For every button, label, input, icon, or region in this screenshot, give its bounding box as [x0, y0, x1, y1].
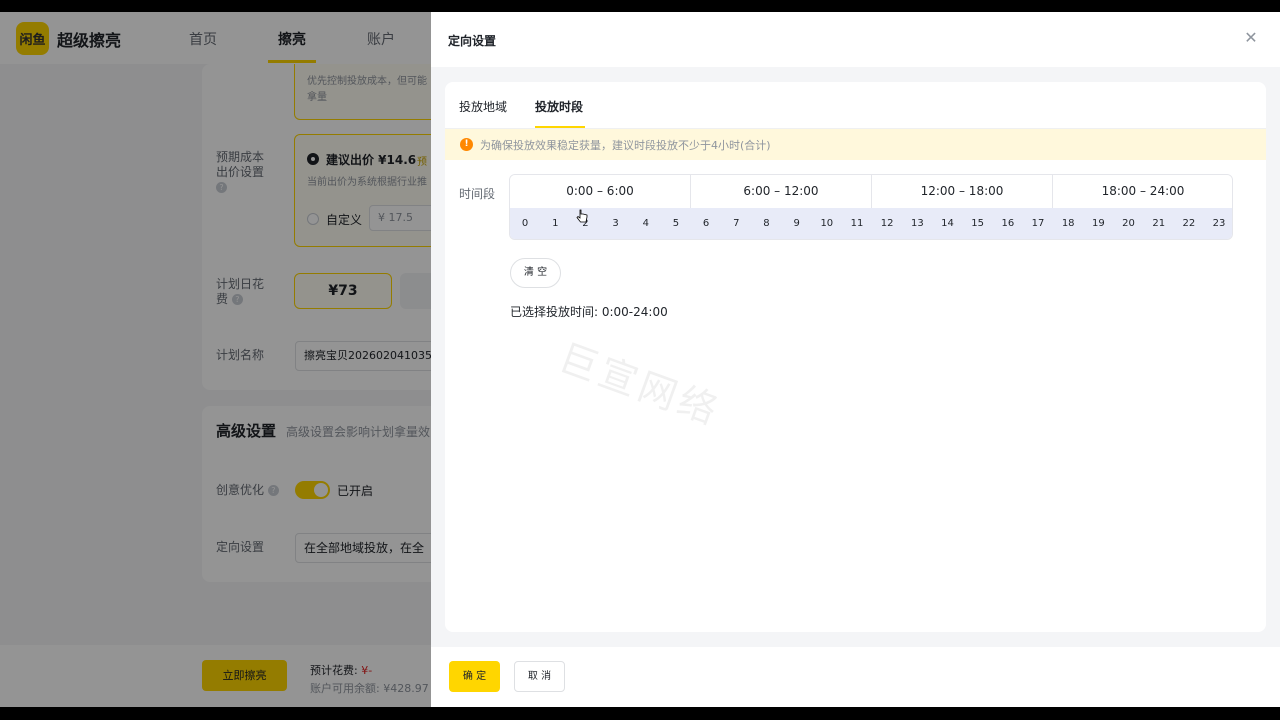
hour-cell[interactable]: 22	[1174, 208, 1204, 239]
cancel-button[interactable]: 取 消	[514, 661, 565, 692]
drawer-header: 定向设置 ✕	[431, 12, 1280, 67]
hour-cell[interactable]: 21	[1144, 208, 1174, 239]
hour-cell[interactable]: 5	[661, 208, 691, 239]
hour-cell[interactable]: 16	[993, 208, 1023, 239]
clear-button[interactable]: 清 空	[510, 258, 561, 288]
hand-cursor-icon	[576, 209, 588, 223]
targeting-drawer: 定向设置 ✕ 投放地域 投放时段 ! 为确保投放效果稳定获量，建议时段投放不少于…	[431, 12, 1280, 707]
selected-time-text: 已选择投放时间: 0:00-24:00	[510, 305, 668, 319]
hour-cell[interactable]: 3	[601, 208, 631, 239]
hour-cell[interactable]: 11	[842, 208, 872, 239]
hour-cell[interactable]: 12	[872, 208, 902, 239]
hour-cell[interactable]: 23	[1204, 208, 1232, 239]
tab-time-slot[interactable]: 投放时段	[535, 98, 583, 115]
hour-cell[interactable]: 4	[631, 208, 661, 239]
tab-region[interactable]: 投放地域	[459, 98, 507, 115]
segment-header: 6:00 – 12:00	[691, 175, 872, 208]
hour-cell[interactable]: 13	[902, 208, 932, 239]
hour-cell[interactable]: 19	[1083, 208, 1113, 239]
alert-text: 为确保投放效果稳定获量，建议时段投放不少于4小时(合计)	[480, 139, 771, 152]
hour-cell[interactable]: 6	[691, 208, 721, 239]
hour-cell[interactable]: 7	[721, 208, 751, 239]
segment-header: 12:00 – 18:00	[872, 175, 1053, 208]
watermark: 巨宣网络	[553, 335, 727, 435]
hour-cell[interactable]: 8	[751, 208, 781, 239]
hour-cell[interactable]: 0	[510, 208, 540, 239]
hour-cell[interactable]: 18	[1053, 208, 1083, 239]
hour-cell[interactable]: 1	[540, 208, 570, 239]
drawer-title: 定向设置	[448, 34, 497, 48]
screen: 闲鱼 超级擦亮 首页 擦亮 账户 优先控制投放成本，但可能拿量 预期成本出价设置…	[0, 12, 1280, 707]
drawer-footer: 确 定 取 消	[431, 647, 1280, 707]
warning-icon: !	[460, 138, 473, 151]
time-slot-label: 时间段	[459, 187, 496, 201]
hour-cell[interactable]: 17	[1023, 208, 1053, 239]
hour-row: 0 1 2 3 4 5 6 7 8 9 10 11 12 13 14 15 16 17 18 19 20 21 22 23	[510, 208, 1232, 239]
time-grid: 0:00 – 6:00 6:00 – 12:00 12:00 – 18:00 1…	[509, 174, 1233, 240]
hour-cell[interactable]: 10	[812, 208, 842, 239]
hour-cell[interactable]: 14	[932, 208, 962, 239]
alert-banner: ! 为确保投放效果稳定获量，建议时段投放不少于4小时(合计)	[445, 129, 1266, 160]
close-icon[interactable]: ✕	[1243, 30, 1259, 46]
hour-cell[interactable]: 20	[1113, 208, 1143, 239]
hour-cell[interactable]: 15	[963, 208, 993, 239]
drawer-panel: 投放地域 投放时段 ! 为确保投放效果稳定获量，建议时段投放不少于4小时(合计)…	[445, 82, 1266, 632]
segment-header: 0:00 – 6:00	[510, 175, 691, 208]
segment-header: 18:00 – 24:00	[1053, 175, 1232, 208]
hour-cell[interactable]: 9	[782, 208, 812, 239]
confirm-button[interactable]: 确 定	[449, 661, 500, 692]
